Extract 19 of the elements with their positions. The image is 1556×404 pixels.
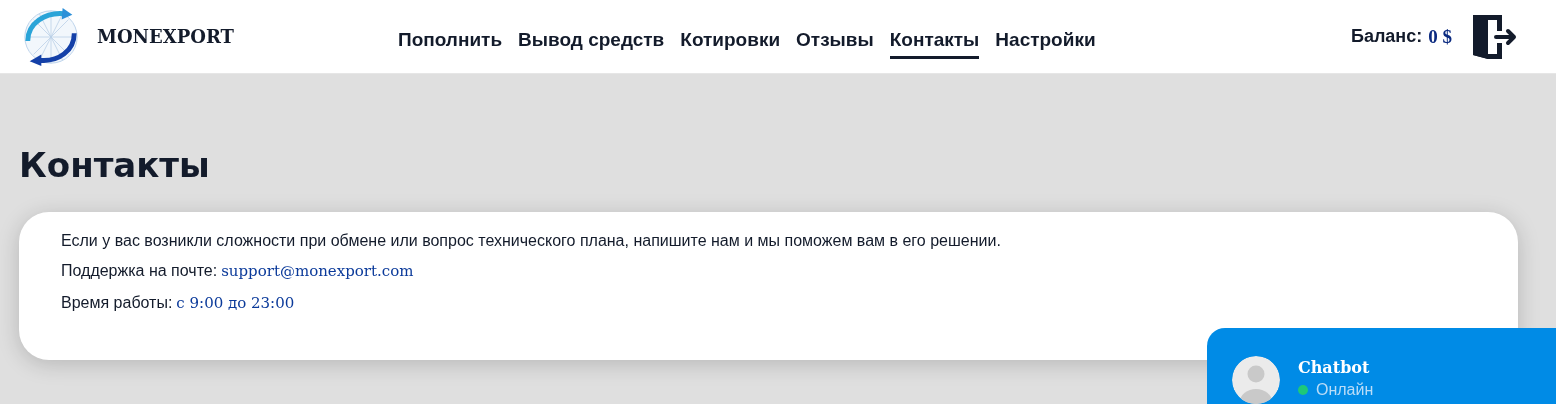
nav-tab[interactable]: Вывод средств — [518, 22, 665, 59]
nav-tab[interactable]: Пополнить — [398, 22, 503, 59]
balance-label: Баланс: — [1350, 26, 1423, 47]
chat-name: Chatbot — [1298, 358, 1371, 377]
chat-status: Онлайн — [1316, 381, 1374, 399]
info-value: support@monexport.com — [221, 262, 414, 280]
info-label: Время работы: — [61, 294, 173, 311]
logo-text[interactable]: MONEXPORT — [97, 26, 234, 47]
avatar-icon — [1232, 356, 1280, 404]
info-label: Поддержка на почте: — [61, 262, 218, 279]
page-title: Контакты — [19, 144, 211, 187]
balance-value: 0 $ — [1428, 25, 1452, 48]
intro-text: Если у вас возникли сложности при обмене или вопрос технического плана, напишите нам и мы поможем вам в его решении. — [61, 231, 1002, 251]
info-value: с 9:00 до 23:00 — [176, 294, 295, 312]
nav-tab[interactable]: Котировки — [680, 22, 781, 59]
nav-tab[interactable]: Отзывы — [796, 22, 874, 59]
chat-widget[interactable]: Chatbot Онлайн — [1207, 328, 1556, 404]
nav-tab[interactable]: Контакты — [889, 22, 980, 59]
nav-tab[interactable]: Настройки — [995, 22, 1096, 59]
